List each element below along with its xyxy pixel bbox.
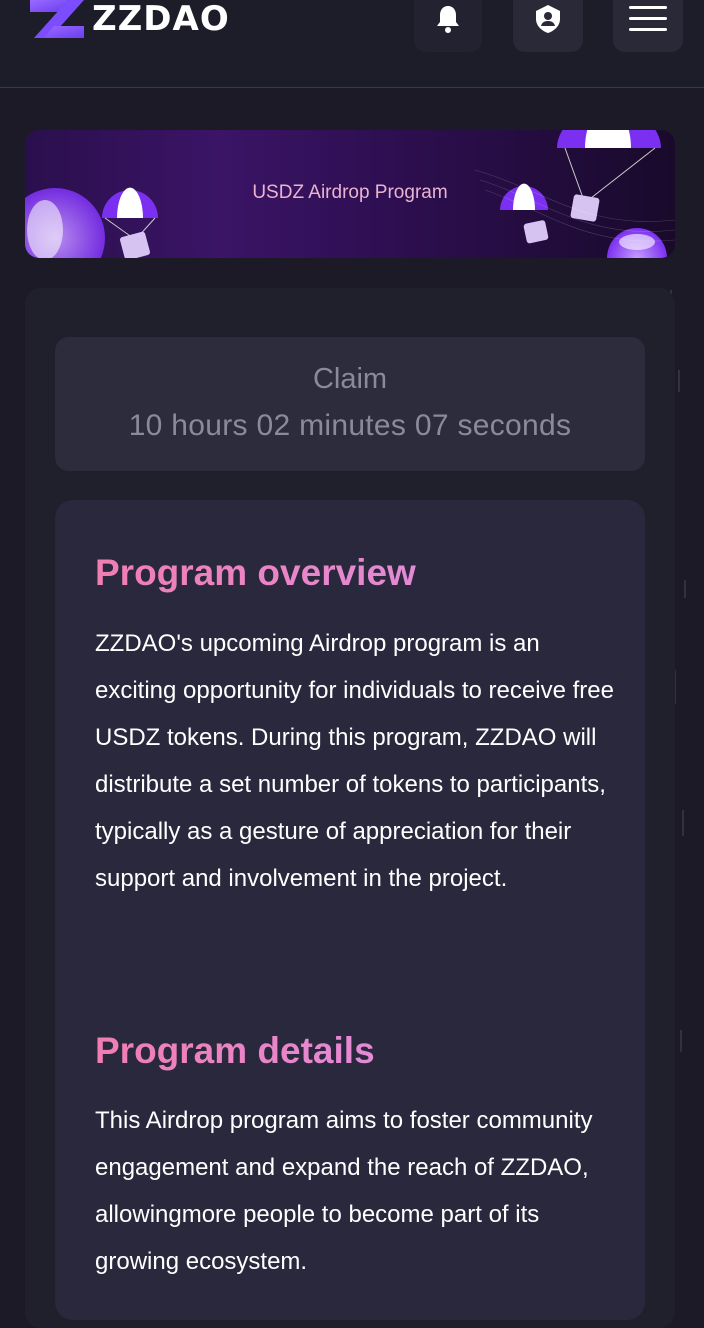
- hamburger-menu-icon: [629, 6, 667, 31]
- account-button[interactable]: [513, 0, 583, 52]
- section-body-details: This Airdrop program aims to foster comm…: [95, 1107, 593, 1275]
- brand-logo[interactable]: ZZDAO: [28, 0, 230, 40]
- user-shield-icon: [536, 5, 560, 33]
- program-info-card: Program overview ZZDAO's upcoming Airdro…: [55, 500, 645, 1320]
- section-title-overview: Program overview: [95, 552, 416, 593]
- claim-label: Claim: [312, 363, 388, 395]
- brand-name: ZZDAO: [92, 0, 230, 39]
- bell-icon: [437, 6, 459, 33]
- top-header: ZZDAO: [0, 0, 704, 88]
- banner-title: USDZ Airdrop Program: [252, 182, 448, 203]
- claim-countdown: 10 hours 02 minutes 07 seconds: [128, 409, 572, 442]
- section-title-details: Program details: [95, 1030, 375, 1071]
- airdrop-banner: USDZ Airdrop Program: [25, 130, 675, 258]
- menu-button[interactable]: [613, 0, 683, 52]
- claim-button[interactable]: Claim 10 hours 02 minutes 07 seconds: [55, 337, 645, 471]
- notifications-button[interactable]: [414, 0, 482, 52]
- section-body-overview: ZZDAO's upcoming Airdrop program is an e…: [95, 630, 614, 892]
- zzdao-logo-icon: [30, 0, 84, 38]
